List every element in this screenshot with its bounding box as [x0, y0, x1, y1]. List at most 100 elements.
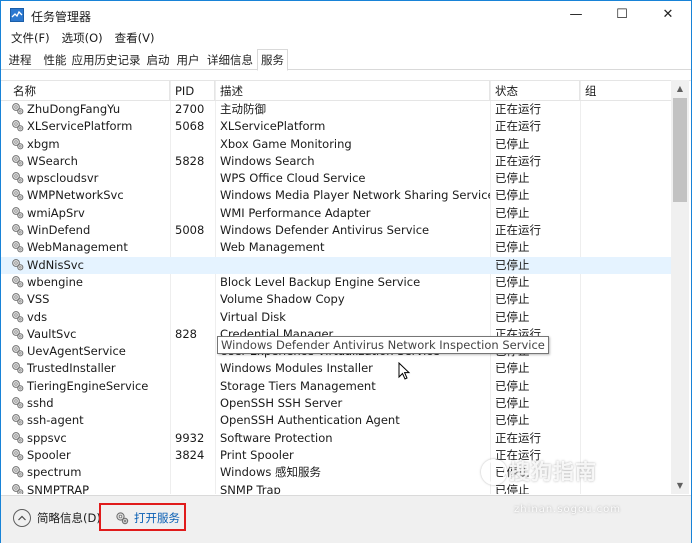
- tab-services[interactable]: 服务: [257, 49, 288, 71]
- service-status: 已停止: [495, 205, 530, 220]
- service-description: XLServicePlatform: [220, 119, 326, 134]
- services-table: 名称 PID 描述 状态 组 ^ ZhuDongFangYu 2700 主动防御 正在…: [1, 80, 691, 494]
- service-name-cell: WMPNetworkSvc: [11, 187, 171, 204]
- table-row[interactable]: TrustedInstaller Windows Modules Installe…: [1, 360, 671, 377]
- service-name: sppsvc: [27, 430, 67, 445]
- column-header-pid[interactable]: PID: [171, 81, 215, 101]
- vertical-scrollbar[interactable]: ▲ ▼: [671, 80, 689, 494]
- gear-service-icon: [11, 361, 24, 374]
- service-name: TrustedInstaller: [27, 361, 116, 376]
- service-name: WMPNetworkSvc: [27, 188, 124, 203]
- service-name-cell: wbengine: [11, 274, 171, 291]
- gear-service-icon: [11, 171, 24, 184]
- table-row[interactable]: WdNisSvc 已停止: [1, 256, 671, 274]
- table-row[interactable]: WSearch 5828 Windows Search 正在运行: [1, 153, 671, 170]
- table-row[interactable]: WinDefend 5008 Windows Defender Antivirus …: [1, 222, 671, 239]
- service-name: sshd: [27, 396, 54, 411]
- scroll-thumb[interactable]: [673, 98, 687, 202]
- service-pid: 3824: [175, 447, 205, 462]
- service-description: Windows 感知服务: [220, 465, 321, 480]
- service-description: OpenSSH SSH Server: [220, 396, 343, 411]
- service-status: 正在运行: [495, 102, 541, 116]
- service-status: 已停止: [495, 188, 530, 203]
- table-row[interactable]: ssh-agent OpenSSH Authentication Agent 已停止: [1, 412, 671, 429]
- table-row[interactable]: wmiApSrv WMI Performance Adapter 已停止: [1, 205, 671, 222]
- service-status: 已停止: [495, 171, 530, 186]
- gear-service-icon: [11, 379, 24, 392]
- table-row[interactable]: sshd OpenSSH SSH Server 已停止: [1, 395, 671, 412]
- service-description: Volume Shadow Copy: [220, 292, 345, 307]
- table-row[interactable]: wpscloudsvr WPS Office Cloud Service 已停止: [1, 170, 671, 187]
- menu-file[interactable]: 文件(F): [1, 30, 56, 46]
- scroll-down-arrow-icon[interactable]: ▼: [671, 477, 689, 494]
- table-row[interactable]: VSS Volume Shadow Copy 已停止: [1, 291, 671, 308]
- tab-performance[interactable]: 性能: [41, 51, 69, 70]
- gear-service-icon: [11, 188, 24, 201]
- service-status: 已停止: [495, 240, 530, 255]
- service-description: Print Spooler: [220, 447, 294, 462]
- gear-service-icon: [11, 483, 24, 494]
- maximize-button[interactable]: ☐: [599, 1, 645, 29]
- tab-app-history[interactable]: 应用历史记录: [71, 51, 141, 70]
- gear-service-icon: [11, 240, 24, 253]
- tab-details[interactable]: 详细信息: [204, 51, 256, 70]
- service-description: WPS Office Cloud Service: [220, 171, 366, 186]
- service-name: wmiApSrv: [27, 205, 85, 220]
- service-status: 已停止: [495, 257, 530, 272]
- menu-bar: 文件(F) 选项(O) 查看(V): [1, 30, 160, 48]
- tab-startup[interactable]: 启动: [144, 51, 172, 70]
- service-pid: 5008: [175, 223, 205, 238]
- service-name-cell: WdNisSvc: [11, 257, 171, 274]
- service-status: 正在运行: [495, 153, 541, 168]
- service-status: 已停止: [495, 136, 530, 151]
- gear-service-icon: [11, 223, 24, 236]
- watermark-text: 搜狗指南: [509, 460, 597, 484]
- chevron-up-circle-icon[interactable]: [13, 509, 31, 527]
- table-row[interactable]: ZhuDongFangYu 2700 主动防御 正在运行: [1, 101, 671, 118]
- tab-users[interactable]: 用户: [174, 51, 202, 70]
- column-header-status[interactable]: 状态: [491, 81, 580, 101]
- gear-service-icon: [11, 102, 24, 115]
- title-bar: 任务管理器 — ☐ ✕: [1, 1, 691, 29]
- table-row[interactable]: xbgm Xbox Game Monitoring 已停止: [1, 136, 671, 153]
- gear-service-icon: [11, 154, 24, 167]
- service-name-cell: WinDefend: [11, 222, 171, 239]
- services-gear-icon: [116, 512, 129, 525]
- task-manager-window: 任务管理器 — ☐ ✕ 文件(F) 选项(O) 查看(V) 进程 性能 应用历史记录…: [0, 0, 692, 543]
- gear-service-icon: [11, 206, 24, 219]
- service-name: XLServicePlatform: [27, 119, 133, 134]
- service-name: VaultSvc: [27, 326, 77, 341]
- table-row[interactable]: WebManagement Web Management 已停止: [1, 239, 671, 256]
- watermark-url: zhinan.sogou.com: [514, 504, 622, 515]
- table-row[interactable]: wbengine Block Level Backup Engine Servic…: [1, 274, 671, 291]
- gear-service-icon: [11, 344, 24, 357]
- fewer-details-link[interactable]: 简略信息(D): [37, 510, 101, 526]
- column-header-description[interactable]: 描述: [216, 81, 490, 101]
- scroll-up-arrow-icon[interactable]: ▲: [671, 80, 689, 97]
- service-name: Spooler: [27, 447, 71, 462]
- open-services-button[interactable]: 打开服务: [99, 503, 186, 531]
- menu-view[interactable]: 查看(V): [109, 30, 161, 46]
- service-name: WSearch: [27, 153, 78, 168]
- table-row[interactable]: WMPNetworkSvc Windows Media Player Networ…: [1, 187, 671, 204]
- gear-service-icon: [11, 431, 24, 444]
- service-name-cell: sshd: [11, 395, 171, 412]
- tab-processes[interactable]: 进程: [5, 51, 35, 70]
- service-status: 正在运行: [495, 119, 541, 134]
- table-row[interactable]: XLServicePlatform 5068 XLServicePlatform 正在…: [1, 118, 671, 135]
- menu-options[interactable]: 选项(O): [56, 30, 109, 46]
- gear-service-icon: [11, 327, 24, 340]
- close-button[interactable]: ✕: [645, 1, 691, 29]
- minimize-button[interactable]: —: [553, 1, 599, 29]
- table-row[interactable]: sppsvc 9932 Software Protection 正在运行: [1, 430, 671, 447]
- gear-service-icon: [11, 119, 24, 132]
- service-status: 正在运行: [495, 223, 541, 238]
- service-description: Block Level Backup Engine Service: [220, 274, 421, 289]
- gear-service-icon: [11, 448, 24, 461]
- column-header-name[interactable]: 名称: [9, 81, 170, 101]
- service-description: Xbox Game Monitoring: [220, 136, 352, 151]
- gear-service-icon: [11, 465, 24, 478]
- service-description: Windows Defender Antivirus Service: [220, 223, 430, 238]
- table-row[interactable]: TieringEngineService Storage Tiers Manage…: [1, 378, 671, 395]
- table-row[interactable]: vds Virtual Disk 已停止: [1, 309, 671, 326]
